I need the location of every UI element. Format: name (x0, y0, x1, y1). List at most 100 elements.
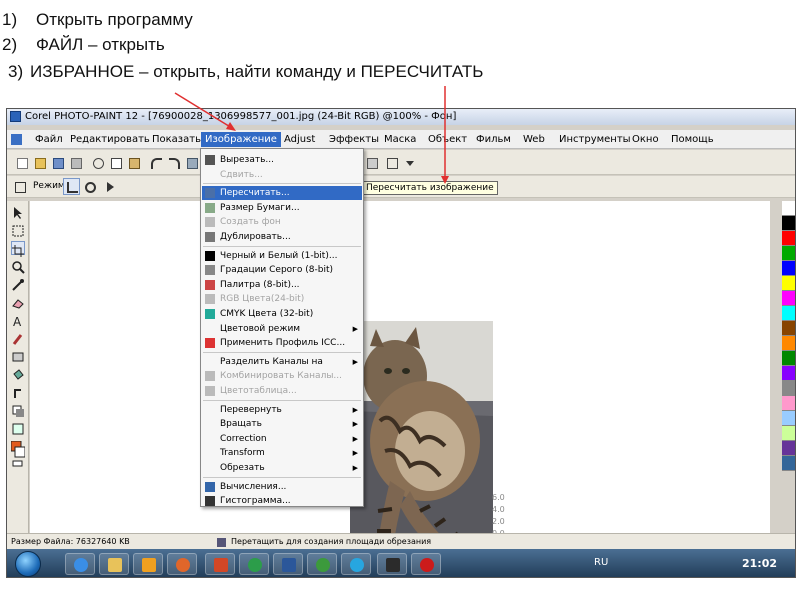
transparency-tool-icon[interactable] (11, 421, 25, 435)
menu-item-18[interactable]: Correction ▶ (202, 432, 362, 446)
menu-item-14[interactable]: Комбинировать Каналы... (202, 369, 362, 383)
cut-icon[interactable] (89, 154, 106, 171)
language-indicator[interactable]: RU (594, 557, 608, 568)
menu-help[interactable]: Помощь (667, 132, 718, 147)
taskbar-skype-icon[interactable] (341, 553, 371, 575)
rectangle-tool-icon[interactable] (11, 349, 25, 363)
menu-item-6[interactable]: Черный и Белый (1-bit)... (202, 249, 362, 263)
color-swatch[interactable] (782, 336, 795, 351)
rotate-icon[interactable] (81, 178, 98, 195)
new-icon[interactable] (13, 154, 30, 171)
menu-view[interactable]: Показать (148, 132, 205, 147)
taskbar-powerpoint-icon[interactable] (205, 553, 235, 575)
zoom-tool-icon[interactable] (11, 259, 25, 274)
menu-item-7[interactable]: Градации Серого (8-bit) (202, 263, 362, 277)
taskbar-word-icon[interactable] (273, 553, 303, 575)
clock[interactable]: 21:02 (742, 557, 777, 570)
text-tool-icon[interactable]: A (11, 313, 25, 329)
shadow-tool-icon[interactable] (11, 403, 25, 417)
zoom-level-icon[interactable] (363, 154, 380, 171)
copy-icon[interactable] (107, 154, 124, 171)
menu-item-19[interactable]: Transform ▶ (202, 446, 362, 460)
menu-item-22[interactable]: Гистограмма... (202, 494, 362, 508)
color-swatch[interactable] (782, 261, 795, 276)
eyedropper-icon[interactable] (11, 277, 25, 291)
taskbar-app-icon[interactable] (307, 553, 337, 575)
menu-window[interactable]: Окно (628, 132, 663, 147)
start-button[interactable] (15, 551, 41, 577)
menu-item-11[interactable]: Цветовой режим ▶ (202, 322, 362, 336)
brush-icon[interactable] (11, 331, 25, 345)
menu-item-16[interactable]: Перевернуть ▶ (202, 403, 362, 417)
menu-tools[interactable]: Инструменты (555, 132, 635, 147)
paste-icon[interactable] (125, 154, 142, 171)
taskbar-opera-icon[interactable] (411, 553, 441, 575)
pick-tool-icon[interactable] (11, 205, 25, 219)
color-swatch[interactable] (782, 276, 795, 291)
color-swatches[interactable] (10, 440, 26, 467)
color-swatch[interactable] (782, 201, 795, 216)
menu-file[interactable]: Файл (31, 132, 67, 147)
color-swatch[interactable] (782, 456, 795, 471)
color-swatch[interactable] (782, 291, 795, 306)
color-swatch[interactable] (782, 306, 795, 321)
taskbar-corel-icon[interactable] (239, 553, 269, 575)
menu-item-1[interactable]: Сдвить... (202, 168, 362, 182)
forward-icon[interactable] (101, 178, 118, 195)
menu-effects[interactable]: Эффекты (325, 132, 383, 147)
menu-item-20[interactable]: Обрезать ▶ (202, 461, 362, 475)
menu-item-0[interactable]: Вырезать... (202, 153, 362, 167)
menu-object[interactable]: Объект (424, 132, 471, 147)
crop-tool-icon[interactable] (11, 241, 25, 257)
menu-adjust[interactable]: Adjust (280, 132, 319, 147)
taskbar-photopaint-icon[interactable] (377, 553, 407, 575)
color-swatch[interactable] (782, 366, 795, 381)
taskbar-ie-icon[interactable] (65, 553, 95, 575)
launch-icon[interactable] (383, 154, 400, 171)
crop-tool-icon[interactable] (63, 178, 80, 195)
menu-item-9[interactable]: RGB Цвета(24-bit) (202, 292, 362, 306)
menu-item-12[interactable]: Применить Профиль ICC... (202, 336, 362, 350)
mask-tool-icon[interactable] (11, 223, 25, 237)
undo-icon[interactable] (147, 154, 164, 171)
menu-item-5[interactable]: Дублировать... (202, 230, 362, 244)
menu-item-13[interactable]: Разделить Каналы на ▶ (202, 355, 362, 369)
document-icon[interactable] (11, 134, 22, 145)
title-bar[interactable]: Corel PHOTO-PAINT 12 - [76900028_1306998… (7, 109, 795, 125)
menu-item-21[interactable]: Вычисления... (202, 480, 362, 494)
menu-mask[interactable]: Маска (380, 132, 420, 147)
taskbar-firefox-icon[interactable] (167, 553, 197, 575)
fill-tool-icon[interactable] (11, 367, 25, 381)
color-swatch[interactable] (782, 381, 795, 396)
color-swatch[interactable] (782, 351, 795, 366)
menu-item-8[interactable]: Палитра (8-bit)... (202, 278, 362, 292)
print-icon[interactable] (67, 154, 84, 171)
color-swatch[interactable] (782, 426, 795, 441)
menu-item-2[interactable]: Пересчитать... (202, 186, 362, 201)
open-icon[interactable] (31, 154, 48, 171)
chevron-down-icon[interactable] (401, 154, 418, 171)
menu-item-4[interactable]: Создать фон (202, 215, 362, 229)
redo-icon[interactable] (165, 154, 182, 171)
color-swatch[interactable] (782, 396, 795, 411)
menu-edit[interactable]: Редактировать (66, 132, 154, 147)
menu-item-3[interactable]: Размер Бумаги... (202, 201, 362, 215)
menu-item-15[interactable]: Цветотаблица... (202, 384, 362, 398)
color-swatch[interactable] (782, 411, 795, 426)
menu-web[interactable]: Web (519, 132, 549, 147)
color-swatch[interactable] (782, 231, 795, 246)
crop-mode-icon[interactable] (11, 178, 28, 195)
menu-item-17[interactable]: Вращать ▶ (202, 417, 362, 431)
menu-movie[interactable]: Фильм (472, 132, 515, 147)
menu-item-10[interactable]: CMYK Цвета (32-bit) (202, 307, 362, 321)
save-icon[interactable] (49, 154, 66, 171)
import-icon[interactable] (183, 154, 200, 171)
taskbar-explorer-icon[interactable] (99, 553, 129, 575)
taskbar-media-icon[interactable] (133, 553, 163, 575)
eraser-icon[interactable] (11, 295, 25, 309)
color-swatch[interactable] (782, 216, 795, 231)
menu-image[interactable]: Изображение (201, 132, 281, 147)
color-swatch[interactable] (782, 246, 795, 261)
color-swatch[interactable] (782, 321, 795, 336)
color-swatch[interactable] (782, 441, 795, 456)
